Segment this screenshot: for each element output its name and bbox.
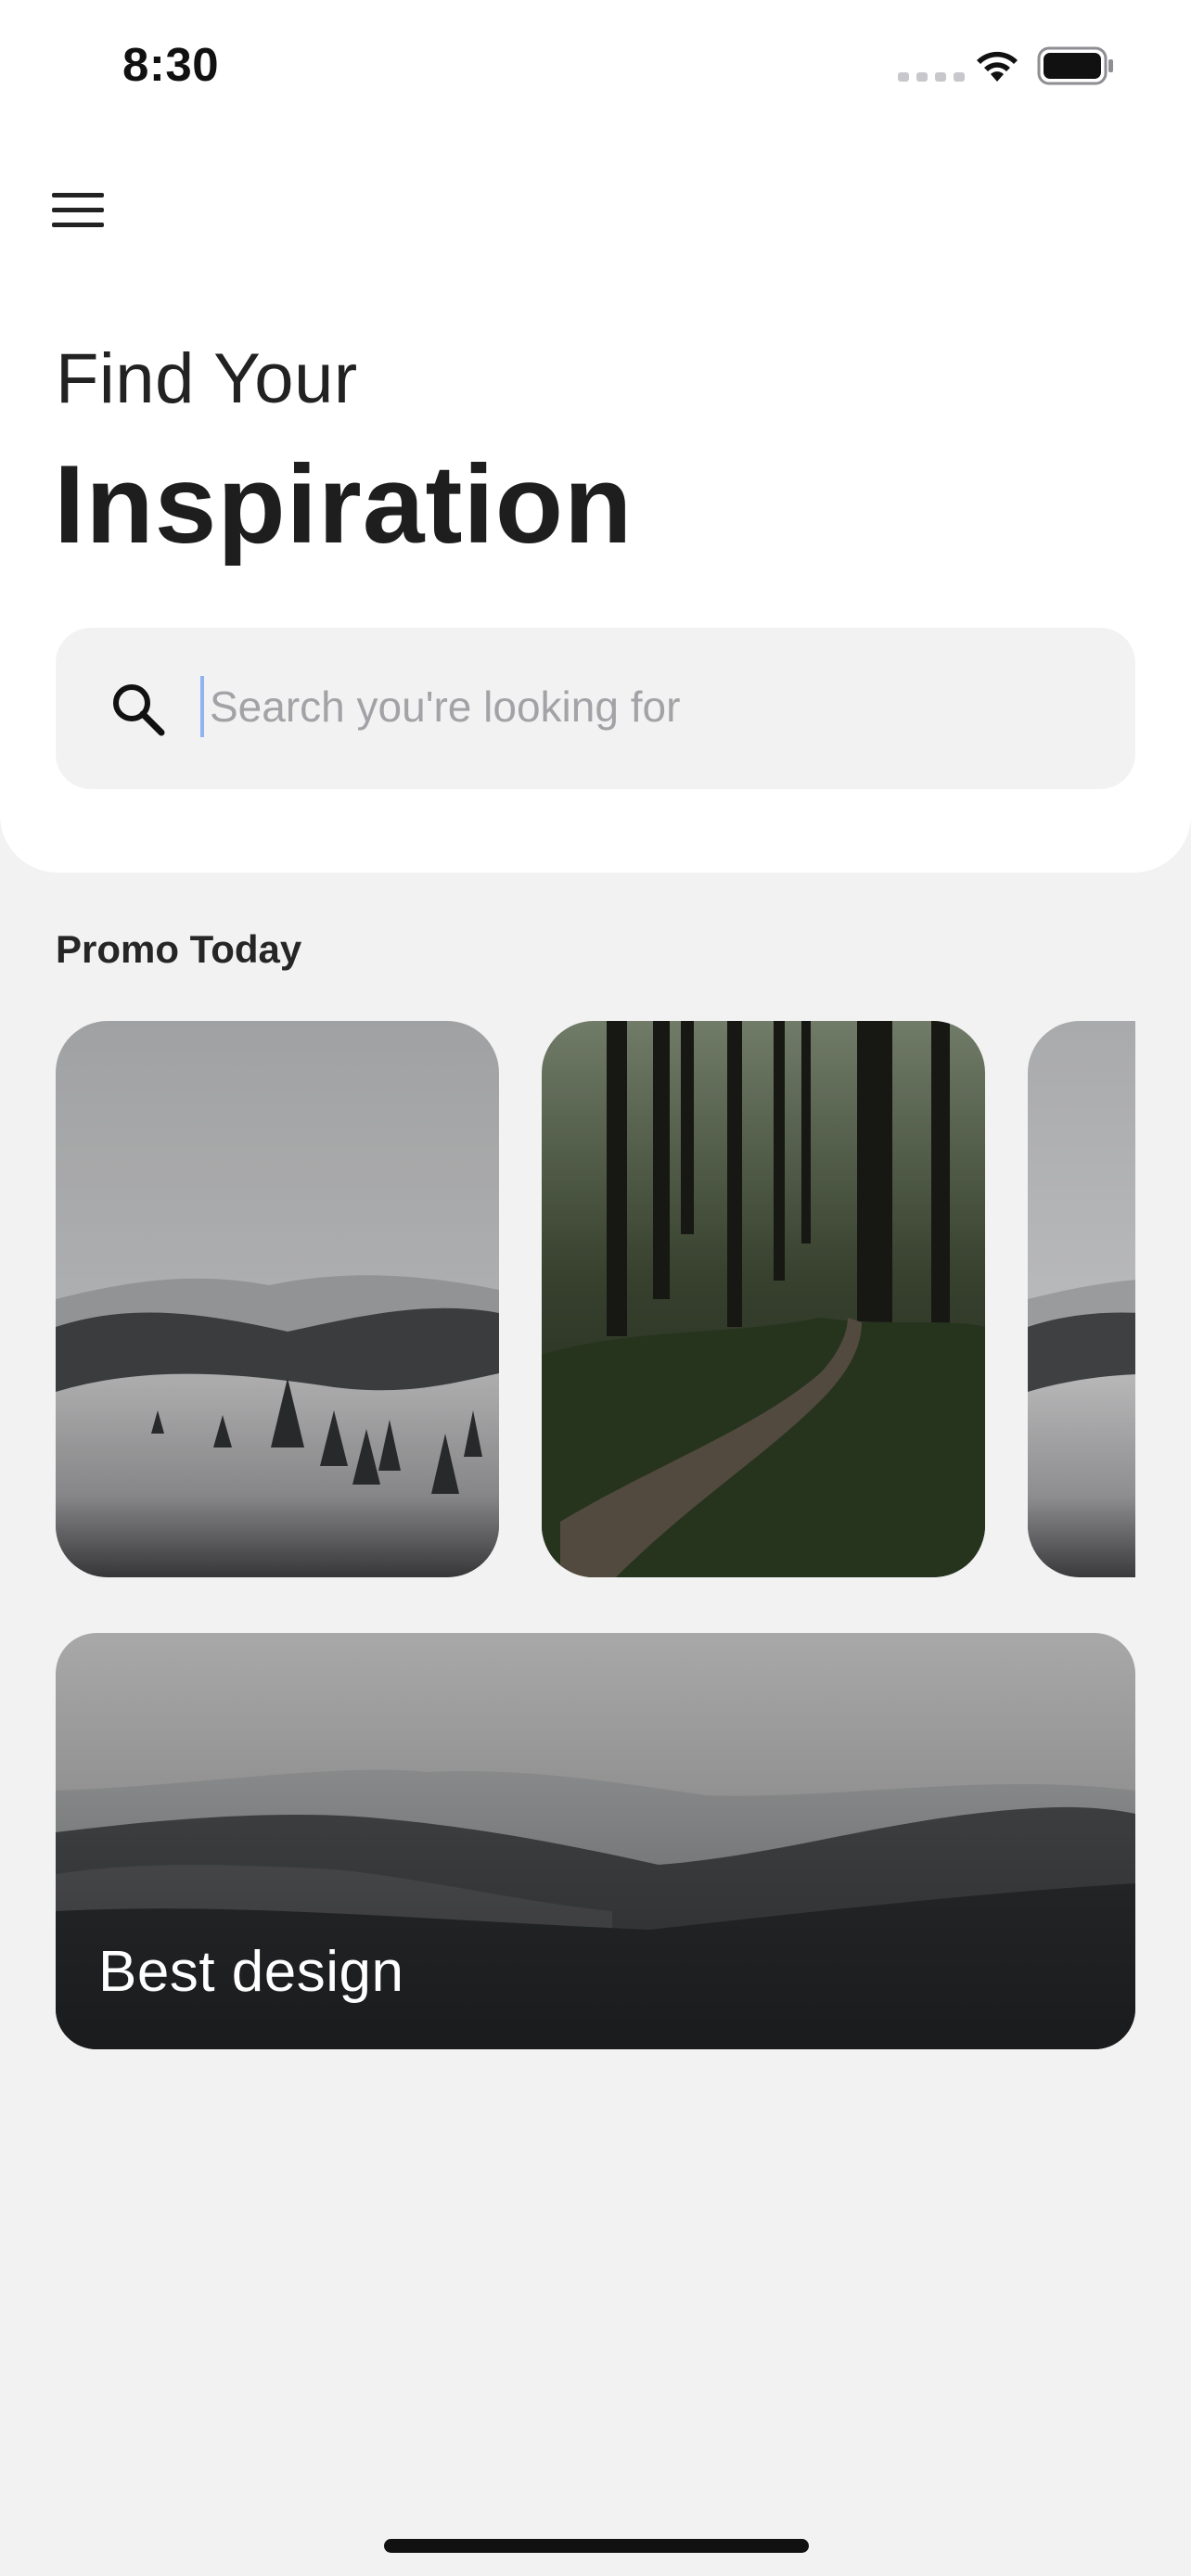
cellular-icon <box>898 72 965 82</box>
best-design-banner[interactable]: Best design <box>56 1633 1135 2049</box>
promo-card[interactable] <box>542 1021 985 1577</box>
search-icon <box>113 684 165 736</box>
section-title: Promo Today <box>56 927 302 971</box>
wifi-icon <box>977 51 1018 82</box>
promo-image-snowy-hills <box>1028 1021 1135 1577</box>
promo-card[interactable] <box>56 1021 499 1577</box>
menu-button[interactable] <box>41 172 115 247</box>
status-bar: 8:30 <box>0 0 1191 130</box>
promo-carousel[interactable] <box>56 1021 1135 1577</box>
greeting-text: Find Your <box>56 339 358 418</box>
home-indicator[interactable] <box>384 2539 809 2553</box>
banner-label: Best design <box>98 1940 404 2004</box>
hamburger-icon <box>52 192 104 198</box>
status-time: 8:30 <box>122 38 220 91</box>
promo-image-forest-path <box>542 1021 985 1577</box>
promo-card[interactable] <box>1028 1021 1135 1577</box>
search-bar[interactable] <box>56 628 1135 789</box>
search-input[interactable] <box>204 665 1106 748</box>
promo-image-snowy-hills <box>56 1021 499 1577</box>
battery-icon <box>1037 46 1113 85</box>
page-title: Inspiration <box>54 442 634 567</box>
